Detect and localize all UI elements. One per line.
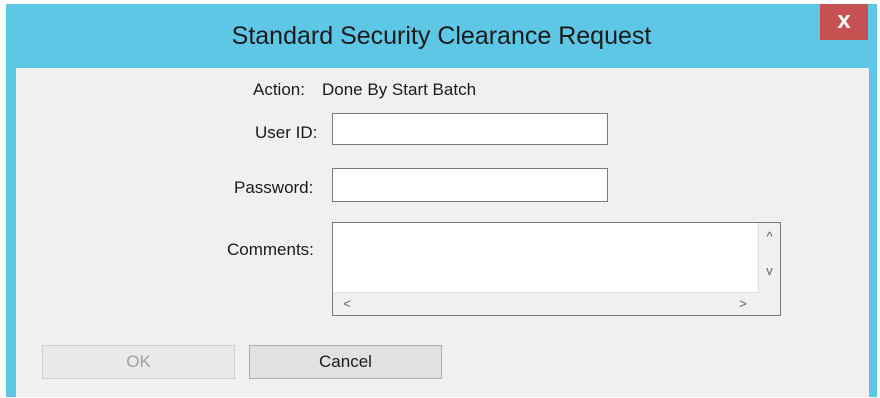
dialog-body: Action: Done By Start Batch User ID: Pas… xyxy=(16,68,869,397)
cancel-button[interactable]: Cancel xyxy=(249,345,442,379)
action-value: Done By Start Batch xyxy=(322,80,477,99)
comments-label: Comments: xyxy=(227,240,314,259)
close-button[interactable]: x xyxy=(820,4,868,40)
user-id-label: User ID: xyxy=(255,123,318,142)
scroll-up-icon[interactable]: ^ xyxy=(759,229,780,244)
scroll-right-icon[interactable]: > xyxy=(737,296,749,311)
title-bar[interactable]: Standard Security Clearance Request x xyxy=(6,4,877,69)
password-label: Password: xyxy=(234,178,314,197)
scroll-left-icon[interactable]: < xyxy=(341,296,353,311)
comments-field[interactable] xyxy=(333,223,760,293)
comments-memo: ^ v < > xyxy=(332,222,781,316)
security-clearance-dialog: Standard Security Clearance Request x Ac… xyxy=(6,4,877,397)
vertical-scrollbar[interactable]: ^ v xyxy=(758,223,780,293)
action-label: Action: xyxy=(253,80,305,99)
scrollbar-corner xyxy=(759,293,780,315)
close-icon: x xyxy=(837,7,851,34)
user-id-field[interactable] xyxy=(332,113,608,145)
dialog-title: Standard Security Clearance Request xyxy=(231,22,652,50)
ok-button[interactable]: OK xyxy=(42,345,235,379)
horizontal-scrollbar[interactable]: < > xyxy=(333,292,760,315)
scroll-down-icon[interactable]: v xyxy=(759,263,780,278)
password-field[interactable] xyxy=(332,168,608,202)
